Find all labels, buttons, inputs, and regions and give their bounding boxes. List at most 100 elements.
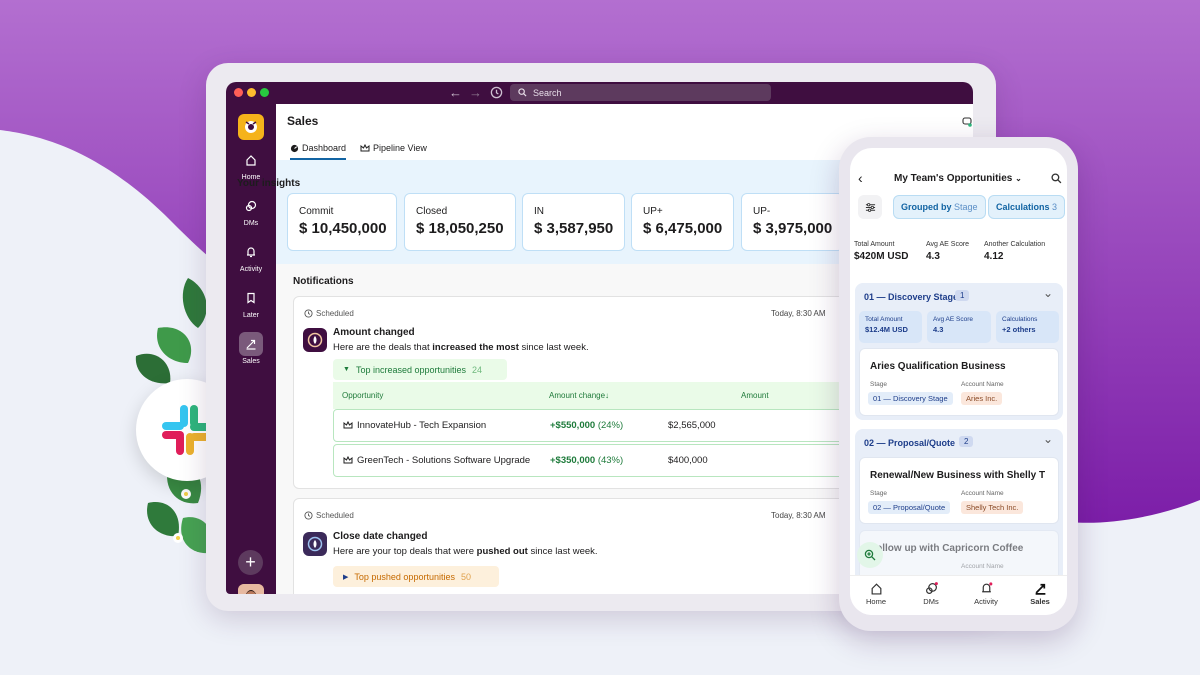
nav-home[interactable]: Home [856, 582, 896, 606]
mobile-app-screen: ‹ My Team's Opportunities ⌄ Grouped by S… [850, 148, 1067, 615]
change-percent: (24%) [597, 420, 624, 431]
stage-group: 02 — Proposal/Quote 2 ⌄ Renewal/New Busi… [855, 429, 1063, 589]
metric-up-minus[interactable]: UP- $ 3,975,000 [741, 193, 844, 251]
sales-icon [1035, 583, 1045, 595]
deal-card[interactable]: Renewal/New Business with Shelly T Stage… [859, 457, 1059, 524]
mobile-title[interactable]: My Team's Opportunities ⌄ [894, 173, 1022, 184]
sidebar-item-label: Sales [242, 358, 260, 365]
field-label: Account Name [961, 563, 1004, 570]
chip-value: Stage [954, 202, 978, 212]
scheduled-label: Scheduled [304, 511, 354, 520]
account-tag: Aries Inc. [961, 392, 1003, 405]
search-icon[interactable] [1051, 173, 1062, 184]
dms-icon [245, 200, 257, 212]
sidebar-item-later[interactable]: Later [226, 286, 276, 319]
summary-ae-score: Avg AE Score 4.3 [926, 241, 969, 262]
metric-value: $ 6,475,000 [643, 220, 723, 237]
subtitle-emphasis: pushed out [476, 546, 528, 557]
amount-value: $400,000 [668, 455, 708, 466]
scheduled-label: Scheduled [304, 309, 354, 318]
group-title[interactable]: 01 — Discovery Stage [864, 292, 958, 302]
top-increased-toggle[interactable]: ▼ Top increased opportunities 24 [333, 359, 507, 380]
insights-title: Your insights [237, 178, 301, 189]
zoom-in-icon [864, 549, 876, 561]
sidebar-item-home[interactable]: Home [226, 148, 276, 181]
deal-card[interactable]: Aries Qualification Business Stage Accou… [859, 348, 1059, 416]
metric-in[interactable]: IN $ 3,587,950 [522, 193, 625, 251]
forward-arrow-icon[interactable]: → [469, 85, 482, 100]
zoom-fab-button[interactable] [857, 542, 883, 568]
field-label: Stage [870, 381, 887, 388]
crown-icon [360, 143, 370, 151]
chip-value: 3 [1052, 202, 1058, 212]
sales-app-icon [303, 328, 327, 352]
nav-label: DMs [923, 597, 939, 606]
notification-subtitle: Here are your top deals that were pushed… [333, 546, 598, 557]
caret-right-icon: ▶ [343, 573, 349, 581]
back-icon[interactable]: ‹ [858, 170, 863, 186]
page-title: Sales [287, 114, 319, 128]
crown-icon [343, 421, 353, 429]
tab-dashboard[interactable]: Dashboard [290, 143, 347, 160]
search-input[interactable]: Search [510, 84, 771, 101]
workspace-icon[interactable] [238, 114, 264, 140]
metric-label: Closed [416, 206, 448, 217]
sidebar-item-sales[interactable]: Sales [226, 332, 276, 365]
filter-button[interactable] [858, 195, 882, 219]
tab-label: Pipeline View [373, 143, 427, 153]
subtitle-emphasis: increased the most [432, 342, 519, 353]
tab-pipeline-view[interactable]: Pipeline View [360, 143, 427, 153]
notification-time: Today, 8:30 AM [771, 309, 826, 318]
group-metric-value: 4.3 [933, 325, 944, 334]
close-window-button[interactable] [234, 88, 243, 97]
amount-value: $2,565,000 [668, 420, 716, 431]
column-header-sortable[interactable]: Amount change↓ [549, 391, 609, 400]
sidebar-item-dms[interactable]: DMs [226, 194, 276, 227]
sidebar-item-activity[interactable]: Activity [226, 240, 276, 273]
sales-icon [246, 339, 256, 350]
chevron-down-icon[interactable]: ⌄ [1043, 286, 1053, 300]
search-icon [518, 88, 527, 97]
mobile-title-text: My Team's Opportunities [894, 173, 1013, 184]
stage-group: 01 — Discovery Stage 1 ⌄ Total Amount $1… [855, 283, 1063, 420]
crown-icon [343, 456, 353, 464]
metric-label: Commit [299, 206, 334, 217]
sales-app-icon [303, 532, 327, 556]
history-clock-icon[interactable] [490, 86, 503, 99]
amount-change: +$350,000 (43%) [550, 455, 623, 466]
metric-value: $ 18,050,250 [416, 220, 504, 237]
maximize-window-button[interactable] [260, 88, 269, 97]
chevron-down-icon[interactable]: ⌄ [1043, 432, 1053, 446]
top-pushed-toggle[interactable]: ▶ Top pushed opportunities 50 [333, 566, 499, 587]
opportunity-name: GreenTech - Solutions Software Upgrade [357, 455, 531, 466]
sidebar-item-label: Activity [239, 266, 263, 273]
bell-icon [981, 582, 992, 593]
chip-prefix: Calculations [996, 202, 1050, 212]
nav-label: Activity [974, 597, 998, 606]
back-arrow-icon[interactable]: ← [449, 85, 462, 100]
user-avatar[interactable] [238, 584, 264, 594]
nav-activity[interactable]: Activity [966, 582, 1006, 606]
summary-value: 4.12 [984, 251, 1004, 262]
group-count: 1 [955, 290, 970, 301]
group-title[interactable]: 02 — Proposal/Quote [864, 438, 955, 448]
nav-sales[interactable]: Sales [1020, 582, 1060, 606]
field-label: Account Name [961, 490, 1004, 497]
metric-commit[interactable]: Commit $ 10,450,000 [287, 193, 397, 251]
metric-closed[interactable]: Closed $ 18,050,250 [404, 193, 516, 251]
metric-value: $ 10,450,000 [299, 220, 387, 237]
table-row[interactable]: GreenTech - Solutions Software Upgrade +… [333, 444, 843, 477]
minimize-window-button[interactable] [247, 88, 256, 97]
calculations-chip[interactable]: Calculations 3 [988, 195, 1066, 219]
table-row[interactable]: InnovateHub - Tech Expansion +$550,000 (… [333, 409, 843, 442]
grouped-by-chip[interactable]: Grouped by Stage [893, 195, 986, 219]
subtitle-text: Here are the deals that [333, 342, 433, 353]
field-label: Stage [870, 490, 887, 497]
metric-label: UP- [753, 206, 771, 217]
metric-label: IN [534, 206, 544, 217]
nav-dms[interactable]: DMs [911, 582, 951, 606]
notification-title: Amount changed [333, 327, 415, 338]
metric-up-plus[interactable]: UP+ $ 6,475,000 [631, 193, 734, 251]
add-button[interactable]: + [238, 550, 263, 575]
huddle-icon[interactable] [962, 117, 972, 127]
